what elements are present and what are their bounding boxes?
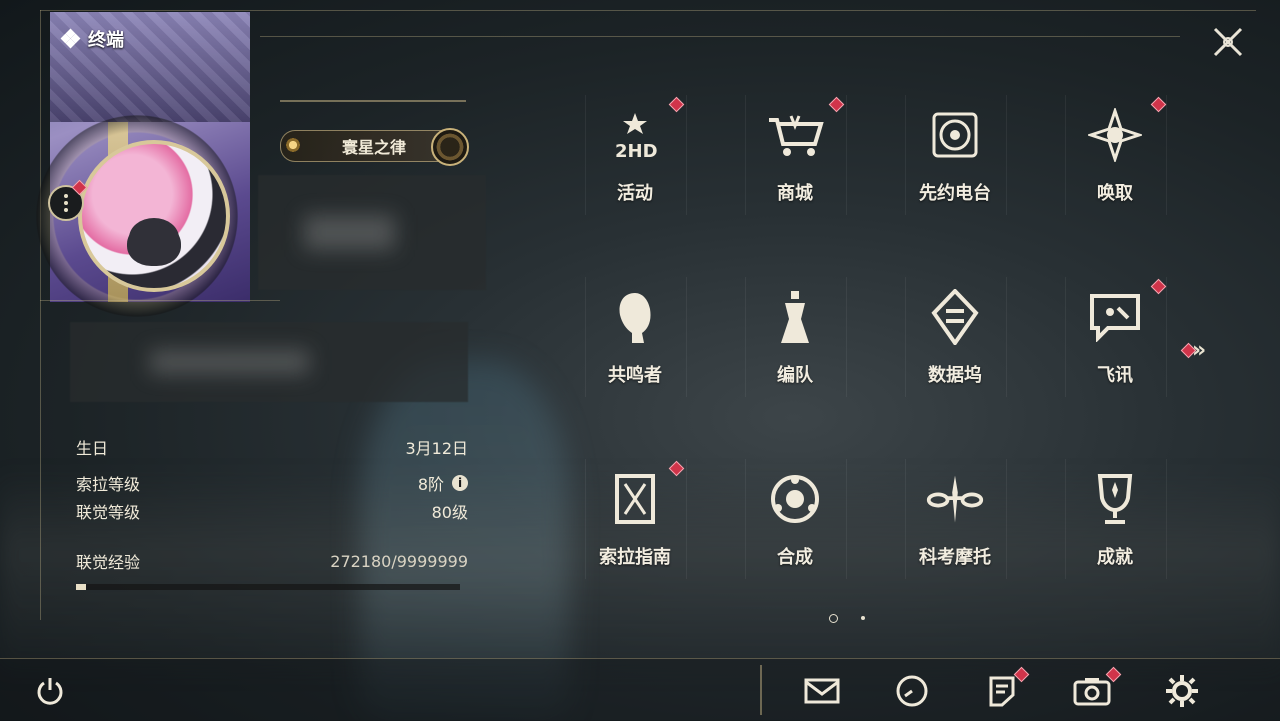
menu-label: 数据坞 [928,365,982,386]
character-head-icon [605,287,665,347]
profile-panel: 终端 寰星之律 生日 3月12日 索拉等级 8阶 i 联觉等级 80级 联觉经验 [36,10,486,620]
stat-value: 8阶 [417,475,444,494]
menu-item-guide[interactable]: 索拉指南 [585,459,687,609]
svg-text:2HD: 2HD [615,141,658,162]
menu-label: 先约电台 [919,183,991,204]
mail-button[interactable] [802,671,842,711]
menu-item-team[interactable]: 编队 [745,277,847,427]
next-page-arrow[interactable]: ›› [1192,338,1206,363]
player-name-obscured [258,175,486,290]
bottom-bar [0,658,1280,721]
stat-row-sola-level: 索拉等级 8阶 i [76,471,468,495]
chess-pieces-icon [765,287,825,347]
page-indicator[interactable] [861,616,865,620]
exp-progress-bar [76,584,460,590]
camera-icon [1073,678,1111,706]
info-icon[interactable]: i [452,475,468,491]
title-badge-label: 寰星之律 [341,138,406,157]
chat-bubble-icon [1085,287,1145,347]
photo-button[interactable] [1072,666,1122,711]
notice-icon [989,676,1015,707]
notice-button[interactable] [982,666,1030,711]
stat-row-union-exp: 联觉经验 272180/9999999 [76,549,468,573]
terminal-header: 终端 [60,26,124,52]
stat-value: 80级 [431,503,468,522]
stat-label: 索拉等级 [76,475,141,494]
history-button[interactable] [892,671,932,711]
sun-icon [285,137,301,153]
stat-label: 联觉等级 [76,503,141,522]
exp-progress-fill [76,584,87,590]
menu-item-shop[interactable]: 商城 [745,95,847,245]
menu-label: 科考摩托 [919,547,991,568]
cart-crown-icon [765,105,825,165]
menu-item-synthesis[interactable]: 合成 [745,459,847,609]
menu-item-activity[interactable]: 2HD 活动 [585,95,687,245]
clock-icon [896,675,928,707]
app-title: 终端 [88,30,124,51]
synthesis-ring-icon [765,469,825,529]
menu-label: 成就 [1097,547,1133,568]
data-diamond-icon [925,287,985,347]
power-button[interactable] [30,671,70,711]
settings-gear-icon [1166,675,1198,707]
close-button[interactable] [1206,20,1250,64]
panel-divider [40,300,280,301]
menu-item-messages[interactable]: 飞讯 [1065,277,1167,427]
notification-badge [1013,666,1030,683]
menu-label: 商城 [777,183,813,204]
bottom-divider [760,665,762,715]
menu-item-convene[interactable]: 唤取 [1065,95,1167,245]
page-indicator-active[interactable] [829,614,838,623]
stat-label: 生日 [76,439,109,458]
power-icon [37,678,63,705]
stat-row-union-level: 联觉等级 80级 [76,499,468,523]
compass-star-icon [1085,105,1145,165]
menu-label: 索拉指南 [599,547,671,568]
event-2hd-icon: 2HD [605,105,665,165]
stat-label: 联觉经验 [76,553,141,572]
trophy-icon [1085,469,1145,529]
signature-obscured [70,322,468,402]
menu-item-resonators[interactable]: 共鸣者 [585,277,687,427]
close-icon [1213,27,1243,57]
menu-item-databank[interactable]: 数据坞 [905,277,1007,427]
mail-icon [804,678,840,704]
menu-item-radio[interactable]: 先约电台 [905,95,1007,245]
title-divider [280,100,466,102]
menu-label: 唤取 [1097,183,1133,204]
menu-item-motorcycle[interactable]: 科考摩托 [905,459,1007,609]
stat-row-birthday: 生日 3月12日 [76,435,468,459]
menu-label: 飞讯 [1097,365,1133,386]
stat-value: 272180/9999999 [330,551,468,571]
menu-label: 活动 [617,183,653,204]
diamond-cluster-icon [60,28,81,49]
title-badge[interactable]: 寰星之律 [280,128,469,166]
menu-item-achievements[interactable]: 成就 [1065,459,1167,609]
avatar[interactable] [78,140,230,292]
stat-value: 3月12日 [405,439,468,458]
orb-icon [431,128,469,166]
guide-book-icon [605,469,665,529]
radio-record-icon [925,105,985,165]
menu-label: 编队 [777,365,813,386]
menu-label: 合成 [777,547,813,568]
settings-button[interactable] [1162,671,1202,711]
menu-label: 共鸣者 [608,365,662,386]
double-chevron-right-icon: ›› [1192,338,1206,363]
motorcycle-icon [925,469,985,529]
